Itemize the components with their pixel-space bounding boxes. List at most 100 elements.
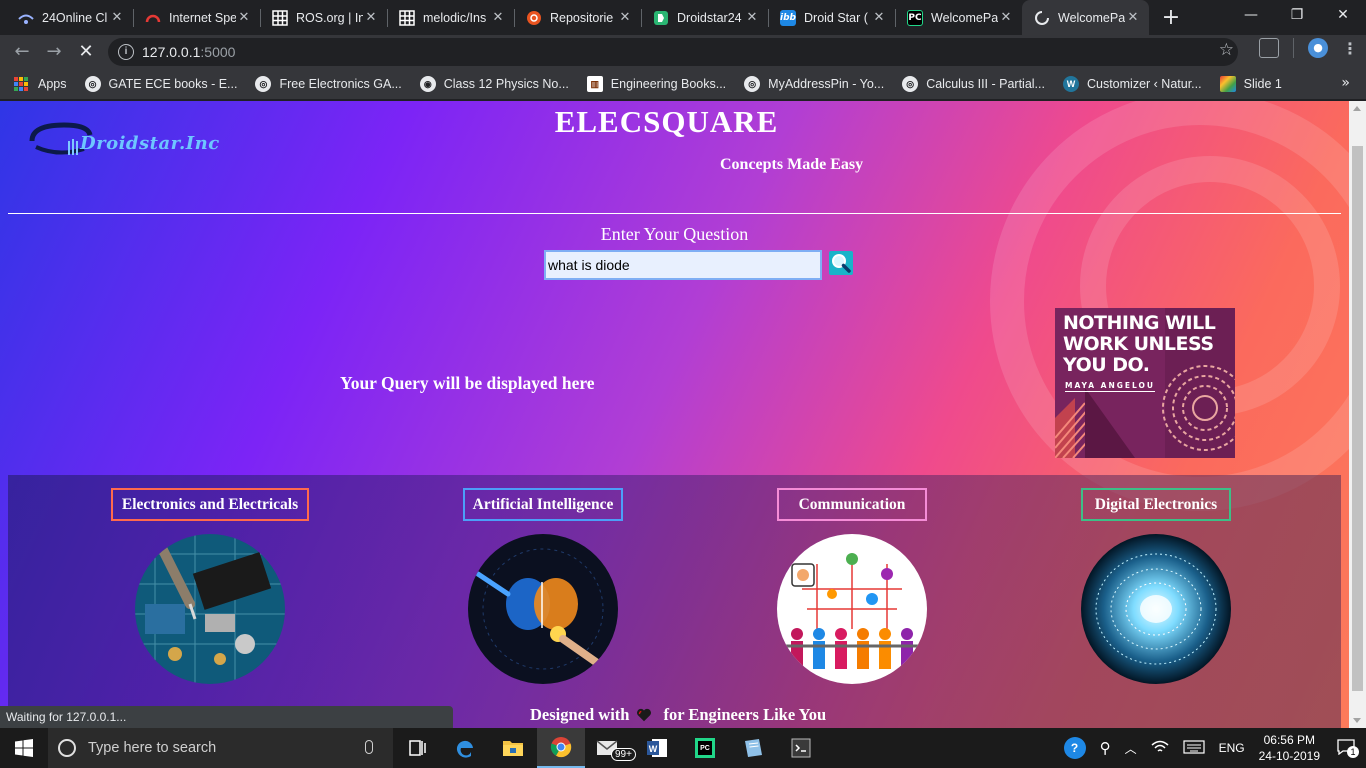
language-indicator[interactable]: ENG bbox=[1219, 741, 1245, 755]
back-button[interactable]: ← bbox=[6, 38, 38, 66]
footer-credit: Designed with for Engineers Like You bbox=[530, 705, 826, 725]
tab-title: Droidstar24 bbox=[677, 10, 742, 25]
action-center-button[interactable]: 1 bbox=[1337, 738, 1359, 758]
bookmark-star-icon[interactable]: ☆ bbox=[1219, 40, 1234, 60]
close-icon[interactable]: ✕ bbox=[490, 10, 506, 26]
close-window-button[interactable]: ✕ bbox=[1320, 0, 1366, 30]
info-icon[interactable]: i bbox=[118, 44, 134, 60]
tab-repositories[interactable]: Repositorie ✕ bbox=[514, 0, 641, 35]
bookmark-free-electronics[interactable]: ◎ Free Electronics GA... bbox=[255, 76, 402, 92]
ai-brain-image[interactable] bbox=[468, 534, 618, 684]
bookmark-customizer[interactable]: W Customizer ‹ Natur... bbox=[1062, 76, 1202, 92]
taskbar-word[interactable]: W bbox=[633, 728, 681, 768]
globe-icon: ◎ bbox=[84, 76, 101, 92]
category-ai-button[interactable]: Artificial Intelligence bbox=[463, 488, 623, 521]
category-communication-button[interactable]: Communication bbox=[777, 488, 927, 521]
globe-icon: ◎ bbox=[744, 76, 761, 92]
tab-title: Internet Spe bbox=[169, 10, 236, 25]
close-icon[interactable]: ✕ bbox=[363, 10, 379, 26]
minimize-button[interactable]: — bbox=[1228, 0, 1274, 30]
help-icon[interactable]: ? bbox=[1063, 737, 1086, 759]
electronics-circuit-image[interactable] bbox=[135, 534, 285, 684]
tab-welcomepage-active[interactable]: WelcomePa ✕ bbox=[1022, 0, 1149, 35]
communication-network-image[interactable] bbox=[777, 534, 927, 684]
wifi-tray-icon[interactable] bbox=[1151, 740, 1169, 757]
stop-loading-button[interactable]: ✕ bbox=[70, 38, 102, 66]
toolbar-actions: ● ⋮ bbox=[1259, 38, 1358, 58]
close-icon[interactable]: ✕ bbox=[617, 10, 633, 26]
pycharm-icon: PC bbox=[907, 9, 923, 26]
tab-welcomepage-1[interactable]: PC WelcomePa ✕ bbox=[895, 0, 1022, 35]
start-button[interactable] bbox=[0, 728, 48, 768]
bookmark-apps[interactable]: Apps bbox=[14, 77, 67, 91]
keyboard-icon[interactable] bbox=[1182, 739, 1205, 757]
scrollbar-thumb[interactable] bbox=[1352, 146, 1363, 691]
tab-droid-star[interactable]: ibb Droid Star ( ✕ bbox=[768, 0, 895, 35]
taskbar-pycharm[interactable]: PC bbox=[681, 728, 729, 768]
taskbar-search[interactable]: Type here to search bbox=[48, 728, 393, 768]
edge-icon bbox=[456, 740, 473, 758]
task-view-button[interactable] bbox=[393, 728, 441, 768]
close-icon[interactable]: ✕ bbox=[1125, 10, 1141, 26]
tab-title: melodic/Ins bbox=[423, 10, 487, 25]
maximize-button[interactable]: ❐ bbox=[1274, 0, 1320, 30]
new-tab-button[interactable]: + bbox=[1157, 4, 1185, 32]
search-icon bbox=[832, 254, 851, 273]
category-electronics-button[interactable]: Electronics and Electricals bbox=[111, 488, 309, 521]
address-bar[interactable]: i 127.0.0.1:5000 ☆ bbox=[108, 38, 1238, 66]
microphone-icon[interactable] bbox=[365, 740, 373, 754]
header-divider bbox=[8, 213, 1341, 214]
bookmark-calculus[interactable]: ◎ Calculus III - Partial... bbox=[902, 76, 1045, 92]
people-icon[interactable]: ⚲ bbox=[1100, 739, 1111, 757]
close-icon[interactable]: ✕ bbox=[236, 10, 252, 26]
scroll-up-arrow-icon[interactable] bbox=[1353, 106, 1361, 111]
page-scrollbar[interactable] bbox=[1349, 101, 1366, 728]
bookmark-label: Calculus III - Partial... bbox=[926, 77, 1045, 91]
tab-melodic[interactable]: melodic/Ins ✕ bbox=[387, 0, 514, 35]
tab-title: WelcomePa bbox=[931, 10, 998, 25]
tab-droidstar24[interactable]: Droidstar24 ✕ bbox=[641, 0, 768, 35]
menu-kebab-icon[interactable]: ⋮ bbox=[1342, 39, 1358, 58]
tab-internet-speed[interactable]: Internet Spe ✕ bbox=[133, 0, 260, 35]
scroll-down-arrow-icon[interactable] bbox=[1353, 718, 1361, 723]
show-hidden-icons-chevron-icon[interactable]: ︿ bbox=[1125, 740, 1137, 757]
taskbar-terminal[interactable] bbox=[777, 728, 825, 768]
taskbar-mail[interactable]: 99+ bbox=[585, 728, 636, 768]
bookmark-engineering-books[interactable]: ▥ Engineering Books... bbox=[586, 76, 727, 92]
question-input[interactable] bbox=[544, 250, 822, 280]
bookmark-gate-ece[interactable]: ◎ GATE ECE books - E... bbox=[84, 76, 238, 92]
bookmark-label: Engineering Books... bbox=[610, 77, 727, 91]
digital-binary-tunnel-image[interactable] bbox=[1081, 534, 1231, 684]
close-icon[interactable]: ✕ bbox=[871, 10, 887, 26]
category-digital-button[interactable]: Digital Electronics bbox=[1081, 488, 1231, 521]
heart-icon bbox=[637, 708, 652, 722]
quote-author: MAYA ANGELOU bbox=[1065, 381, 1156, 392]
clock[interactable]: 06:56 PM 24-10-2019 bbox=[1259, 732, 1320, 764]
forward-button[interactable]: → bbox=[38, 38, 70, 66]
taskbar-chrome[interactable] bbox=[537, 728, 585, 768]
extension-icon[interactable] bbox=[1259, 38, 1279, 58]
close-icon[interactable]: ✕ bbox=[998, 10, 1014, 26]
bookmark-class12[interactable]: ◉ Class 12 Physics No... bbox=[419, 76, 569, 92]
library-icon: ▥ bbox=[586, 76, 603, 92]
grid-icon bbox=[272, 9, 288, 26]
tab-ros[interactable]: ROS.org | In ✕ bbox=[260, 0, 387, 35]
bookmark-myaddresspin[interactable]: ◎ MyAddressPin - Yo... bbox=[744, 76, 884, 92]
loading-icon bbox=[1034, 10, 1050, 26]
profile-avatar-icon[interactable]: ● bbox=[1308, 38, 1328, 58]
taskbar-search-placeholder: Type here to search bbox=[88, 740, 217, 756]
tagline: Concepts Made Easy bbox=[720, 156, 864, 173]
tab-24online[interactable]: 24Online Cl ✕ bbox=[6, 0, 133, 35]
close-icon[interactable]: ✕ bbox=[744, 10, 760, 26]
bookmark-label: GATE ECE books - E... bbox=[108, 77, 238, 91]
taskbar-file-explorer[interactable] bbox=[489, 728, 537, 768]
search-button[interactable] bbox=[829, 251, 853, 275]
bookmark-slide1[interactable]: Slide 1 bbox=[1219, 76, 1282, 92]
question-label: Enter Your Question bbox=[600, 224, 749, 244]
taskbar-notes[interactable] bbox=[729, 728, 777, 768]
close-icon[interactable]: ✕ bbox=[109, 10, 125, 26]
taskbar-edge[interactable] bbox=[441, 728, 489, 768]
wifi-icon bbox=[18, 10, 34, 26]
bookmarks-overflow-button[interactable]: » bbox=[1341, 75, 1350, 91]
folder-icon bbox=[503, 741, 523, 756]
